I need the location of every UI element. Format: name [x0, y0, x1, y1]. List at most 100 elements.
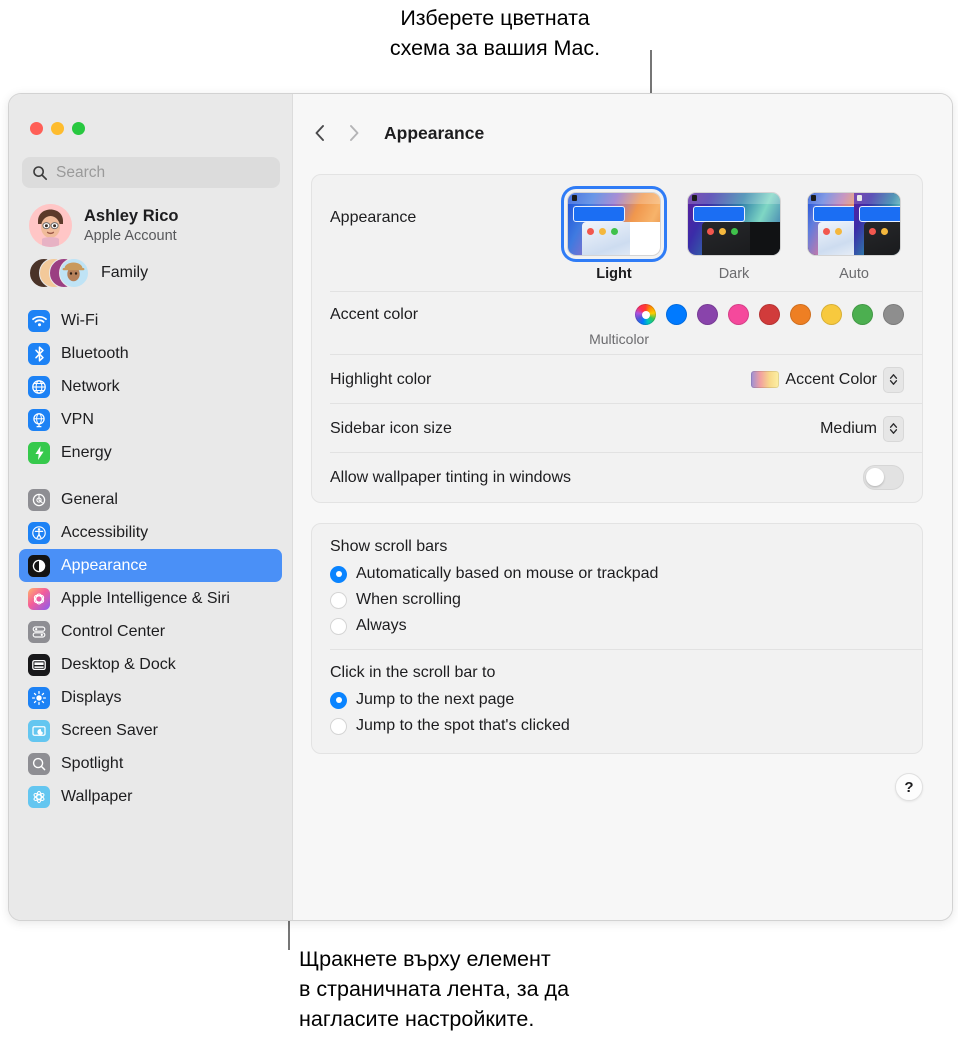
- radio-option-automatic[interactable]: Automatically based on mouse or trackpad: [330, 561, 904, 587]
- radio-button[interactable]: [330, 591, 347, 609]
- theme-option-light[interactable]: Light: [564, 189, 664, 282]
- system-settings-window: Ashley Rico Apple Account: [8, 93, 953, 921]
- click-scroll-bar-title: Click in the scroll bar to: [330, 664, 496, 681]
- radio-option-always[interactable]: Always: [330, 613, 904, 639]
- accent-swatch-multicolor[interactable]: [635, 304, 656, 325]
- sidebar-item-control-center[interactable]: Control Center: [19, 615, 282, 648]
- accent-swatch-blue[interactable]: [666, 304, 687, 325]
- theme-label: Dark: [718, 266, 750, 282]
- callout-bottom-text: Щракнете върху елемент в страничната лен…: [299, 947, 570, 1031]
- close-button[interactable]: [30, 122, 43, 135]
- sidebar-item-energy[interactable]: Energy: [19, 436, 282, 469]
- radio-option-when-scrolling[interactable]: When scrolling: [330, 587, 904, 613]
- gear-icon: [28, 488, 50, 511]
- accent-swatch-graphite[interactable]: [883, 304, 904, 325]
- sidebar-item-vpn[interactable]: VPN: [19, 403, 282, 436]
- chevron-right-icon[interactable]: [339, 118, 369, 148]
- sidebar-item-label: Network: [61, 377, 120, 395]
- chevron-updown-icon: [883, 366, 904, 393]
- sidebar: Ashley Rico Apple Account: [9, 94, 293, 920]
- sidebar-item-label: Desktop & Dock: [61, 655, 176, 673]
- scroll-bars-card: Show scroll bars Automatically based on …: [311, 523, 923, 754]
- accent-swatch-pink[interactable]: [728, 304, 749, 325]
- sidebar-item-displays[interactable]: Displays: [19, 681, 282, 714]
- sidebar-group-network: Wi-Fi Bluetooth Network VPN Energy: [9, 304, 292, 469]
- sidebar-item-label: Wi-Fi: [61, 311, 99, 329]
- appearance-theme-row: Appearance Light Dark Auto: [312, 175, 922, 292]
- appearance-card: Appearance Light Dark Auto Accent color …: [311, 174, 923, 503]
- accent-swatch-orange[interactable]: [790, 304, 811, 325]
- sidebar-item-label: Bluetooth: [61, 344, 129, 362]
- accent-swatch-purple[interactable]: [697, 304, 718, 325]
- theme-option-dark[interactable]: Dark: [684, 189, 784, 282]
- radio-label: Automatically based on mouse or trackpad: [356, 565, 659, 582]
- zoom-button[interactable]: [72, 122, 85, 135]
- accent-swatch-yellow[interactable]: [821, 304, 842, 325]
- brightness-icon: [28, 686, 50, 709]
- sidebar-item-wi-fi[interactable]: Wi-Fi: [19, 304, 282, 337]
- callout-top-text: Изберете цветната схема за вашия Mac.: [389, 6, 601, 60]
- sidebar-item-label: Displays: [61, 688, 122, 706]
- wallpaper-tinting-row: Allow wallpaper tinting in windows: [312, 453, 922, 502]
- search-input[interactable]: [56, 163, 270, 182]
- sidebar-item-desktop-dock[interactable]: Desktop & Dock: [19, 648, 282, 681]
- sidebar-item-accessibility[interactable]: Accessibility: [19, 516, 282, 549]
- sidebar-icon-size-row: Sidebar icon size Medium: [312, 404, 922, 453]
- sidebar-item-network[interactable]: Network: [19, 370, 282, 403]
- highlight-color-row: Highlight color Accent Color: [312, 355, 922, 404]
- apple-account-row[interactable]: Ashley Rico Apple Account: [29, 204, 292, 247]
- accent-color-caption: Multicolor: [589, 331, 649, 347]
- question-mark-icon: ?: [904, 778, 914, 796]
- sidebar-nav: Wi-Fi Bluetooth Network VPN Energy Gener…: [9, 304, 292, 813]
- vpn-globe-icon: [28, 408, 50, 431]
- radio-button[interactable]: [330, 617, 347, 635]
- search-icon: [32, 165, 48, 181]
- sidebar-item-label: Control Center: [61, 622, 166, 640]
- sidebar-item-label: Wallpaper: [61, 787, 133, 805]
- page-title: Appearance: [384, 122, 485, 143]
- toolbar: Appearance: [293, 94, 952, 148]
- accent-color-row: Accent color Multicolor: [312, 292, 922, 355]
- sidebar-item-screen-saver[interactable]: Screen Saver: [19, 714, 282, 747]
- radio-option-spot-clicked[interactable]: Jump to the spot that's clicked: [330, 713, 904, 739]
- radio-label: When scrolling: [356, 591, 461, 608]
- wallpaper-tinting-label: Allow wallpaper tinting in windows: [330, 468, 572, 486]
- radio-label: Always: [356, 617, 407, 634]
- account-subtitle: Apple Account: [84, 227, 177, 244]
- sidebar-item-spotlight[interactable]: Spotlight: [19, 747, 282, 780]
- avatar: [29, 204, 72, 247]
- sidebar-item-general[interactable]: General: [19, 483, 282, 516]
- sidebar-item-label: Spotlight: [61, 754, 124, 772]
- highlight-color-swatch: [751, 371, 780, 388]
- theme-thumbnail-light: [568, 193, 660, 255]
- highlight-color-popup[interactable]: Accent Color: [751, 366, 904, 393]
- wallpaper-tinting-toggle[interactable]: [863, 465, 904, 490]
- sidebar-item-label: Accessibility: [61, 523, 149, 541]
- accent-color-label: Accent color: [330, 305, 419, 323]
- accent-swatch-green[interactable]: [852, 304, 873, 325]
- radio-button[interactable]: [330, 717, 347, 735]
- help-button[interactable]: ?: [895, 773, 923, 801]
- radio-button[interactable]: [330, 691, 347, 709]
- search-field[interactable]: [22, 157, 280, 188]
- theme-thumbnail-dark: [688, 193, 780, 255]
- wifi-icon: [28, 309, 50, 332]
- family-label: Family: [101, 264, 149, 281]
- radio-button[interactable]: [330, 565, 347, 583]
- theme-option-auto[interactable]: Auto: [804, 189, 904, 282]
- accent-swatch-red[interactable]: [759, 304, 780, 325]
- sidebar-item-label: Energy: [61, 443, 112, 461]
- sidebar-item-apple-intelligence-siri[interactable]: Apple Intelligence & Siri: [19, 582, 282, 615]
- globe-icon: [28, 375, 50, 398]
- family-row[interactable]: Family: [29, 258, 292, 288]
- sidebar-item-appearance[interactable]: Appearance: [19, 549, 282, 582]
- radio-option-next-page[interactable]: Jump to the next page: [330, 687, 904, 713]
- desktop-dock-icon: [28, 653, 50, 676]
- minimize-button[interactable]: [51, 122, 64, 135]
- wallpaper-icon: [28, 785, 50, 808]
- sidebar-item-bluetooth[interactable]: Bluetooth: [19, 337, 282, 370]
- sidebar-item-wallpaper[interactable]: Wallpaper: [19, 780, 282, 813]
- sidebar-icon-size-popup[interactable]: Medium: [820, 415, 904, 442]
- sidebar-icon-size-value: Medium: [820, 419, 877, 437]
- chevron-left-icon[interactable]: [305, 118, 335, 148]
